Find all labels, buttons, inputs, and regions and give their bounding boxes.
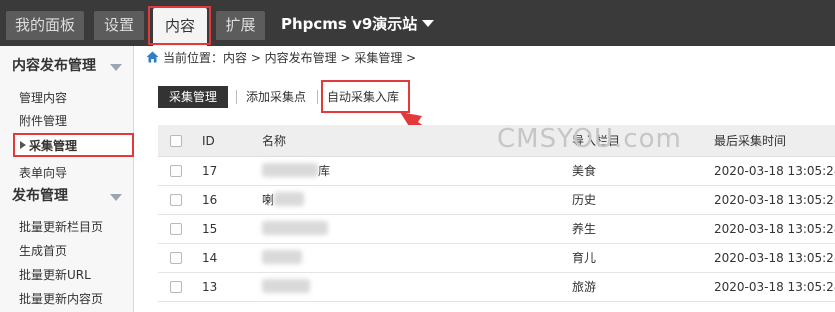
row-checkbox[interactable] (170, 281, 182, 293)
home-icon (146, 51, 159, 63)
site-name-label: Phpcms v9演示站 (281, 15, 418, 33)
subnav-add-collection-point[interactable]: 添加采集点 (246, 86, 306, 108)
sidebar-section-title: 发布管理 (12, 188, 68, 204)
column-header-last-collected: 最后采集时间 (714, 134, 787, 148)
sidebar-item-update-urls[interactable]: 批量更新URL (19, 266, 91, 283)
collapse-arrow-icon (110, 194, 122, 201)
sidebar: 内容发布管理 管理内容 附件管理 采集管理 表单向导 发布管理 批量更新栏目页 … (0, 46, 134, 312)
row-last-collected: 2020-03-18 13:05:28 (714, 222, 835, 236)
row-checkbox[interactable] (170, 165, 182, 177)
sidebar-item-form-wizard[interactable]: 表单向导 (19, 164, 67, 181)
collapse-arrow-icon (110, 64, 122, 71)
row-name[interactable]: 库 (262, 157, 330, 186)
subnav-divider (236, 90, 237, 104)
arrow-right-icon (20, 141, 26, 149)
row-category: 育儿 (572, 251, 597, 265)
column-header-id: ID (202, 134, 215, 148)
column-header-category: 导入栏目 (572, 134, 621, 148)
select-all-checkbox[interactable] (170, 135, 182, 147)
row-id: 17 (202, 164, 218, 178)
subnav-auto-collect-import[interactable]: 自动采集入库 (327, 86, 399, 108)
table-header-row: ID 名称 导入栏目 最后采集时间 (158, 125, 835, 157)
column-header-name: 名称 (262, 134, 287, 148)
sidebar-section-content-publishing[interactable]: 内容发布管理 (0, 52, 134, 80)
sidebar-item-label: 采集管理 (29, 139, 78, 153)
row-name[interactable] (262, 215, 328, 244)
row-category: 美食 (572, 164, 597, 178)
row-category: 养生 (572, 222, 597, 236)
site-switcher[interactable]: Phpcms v9演示站 (281, 13, 435, 34)
tab-my-panel[interactable]: 我的面板 (6, 11, 84, 40)
row-last-collected: 2020-03-18 13:05:28 (714, 164, 835, 178)
sidebar-item-generate-homepage[interactable]: 生成首页 (19, 242, 67, 259)
sidebar-section-title: 内容发布管理 (12, 58, 96, 74)
sidebar-item-collection[interactable]: 采集管理 (13, 133, 134, 157)
row-category: 历史 (572, 193, 597, 207)
row-name[interactable] (262, 273, 310, 302)
top-navigation-bar: 我的面板 设置 内容 扩展 Phpcms v9演示站 (0, 0, 835, 46)
sidebar-section-publish[interactable]: 发布管理 (0, 182, 134, 210)
row-last-collected: 2020-03-18 13:05:28 (714, 280, 835, 294)
tab-settings[interactable]: 设置 (94, 11, 144, 40)
row-name[interactable]: 喇 (262, 186, 305, 215)
row-checkbox[interactable] (170, 223, 182, 235)
row-last-collected: 2020-03-18 13:05:28 (714, 251, 835, 265)
breadcrumb-text: 当前位置：内容 > 内容发布管理 > 采集管理 > (163, 51, 417, 65)
row-category: 旅游 (572, 280, 597, 294)
row-id: 14 (202, 251, 218, 265)
sidebar-item-update-content-pages[interactable]: 批量更新内容页 (19, 290, 103, 307)
table-row[interactable]: 17 库 美食 2020-03-18 13:05:28 (158, 157, 835, 186)
row-checkbox[interactable] (170, 194, 182, 206)
sidebar-item-manage-content[interactable]: 管理内容 (19, 89, 67, 106)
row-name[interactable] (262, 244, 302, 273)
row-last-collected: 2020-03-18 13:05:28 (714, 193, 835, 207)
sidebar-item-attachments[interactable]: 附件管理 (19, 112, 67, 129)
table-row[interactable]: 15 养生 2020-03-18 13:05:28 (158, 215, 835, 244)
row-id: 15 (202, 222, 218, 236)
subnav-collection-management[interactable]: 采集管理 (158, 86, 228, 108)
breadcrumb: 当前位置：内容 > 内容发布管理 > 采集管理 > (146, 49, 416, 66)
subnav-divider (317, 90, 318, 104)
table-row[interactable]: 16 喇 历史 2020-03-18 13:05:28 (158, 186, 835, 215)
table-row[interactable]: 14 育儿 2020-03-18 13:05:28 (158, 244, 835, 273)
tab-content[interactable]: 内容 (153, 8, 207, 46)
collection-table: ID 名称 导入栏目 最后采集时间 17 库 美食 2020-03-18 13:… (158, 125, 835, 302)
row-id: 16 (202, 193, 218, 207)
row-id: 13 (202, 280, 218, 294)
chevron-down-icon (422, 20, 435, 27)
tab-extensions[interactable]: 扩展 (216, 11, 265, 40)
row-checkbox[interactable] (170, 252, 182, 264)
sidebar-item-update-category-pages[interactable]: 批量更新栏目页 (19, 218, 103, 235)
table-row[interactable]: 13 旅游 2020-03-18 13:05:28 (158, 273, 835, 302)
